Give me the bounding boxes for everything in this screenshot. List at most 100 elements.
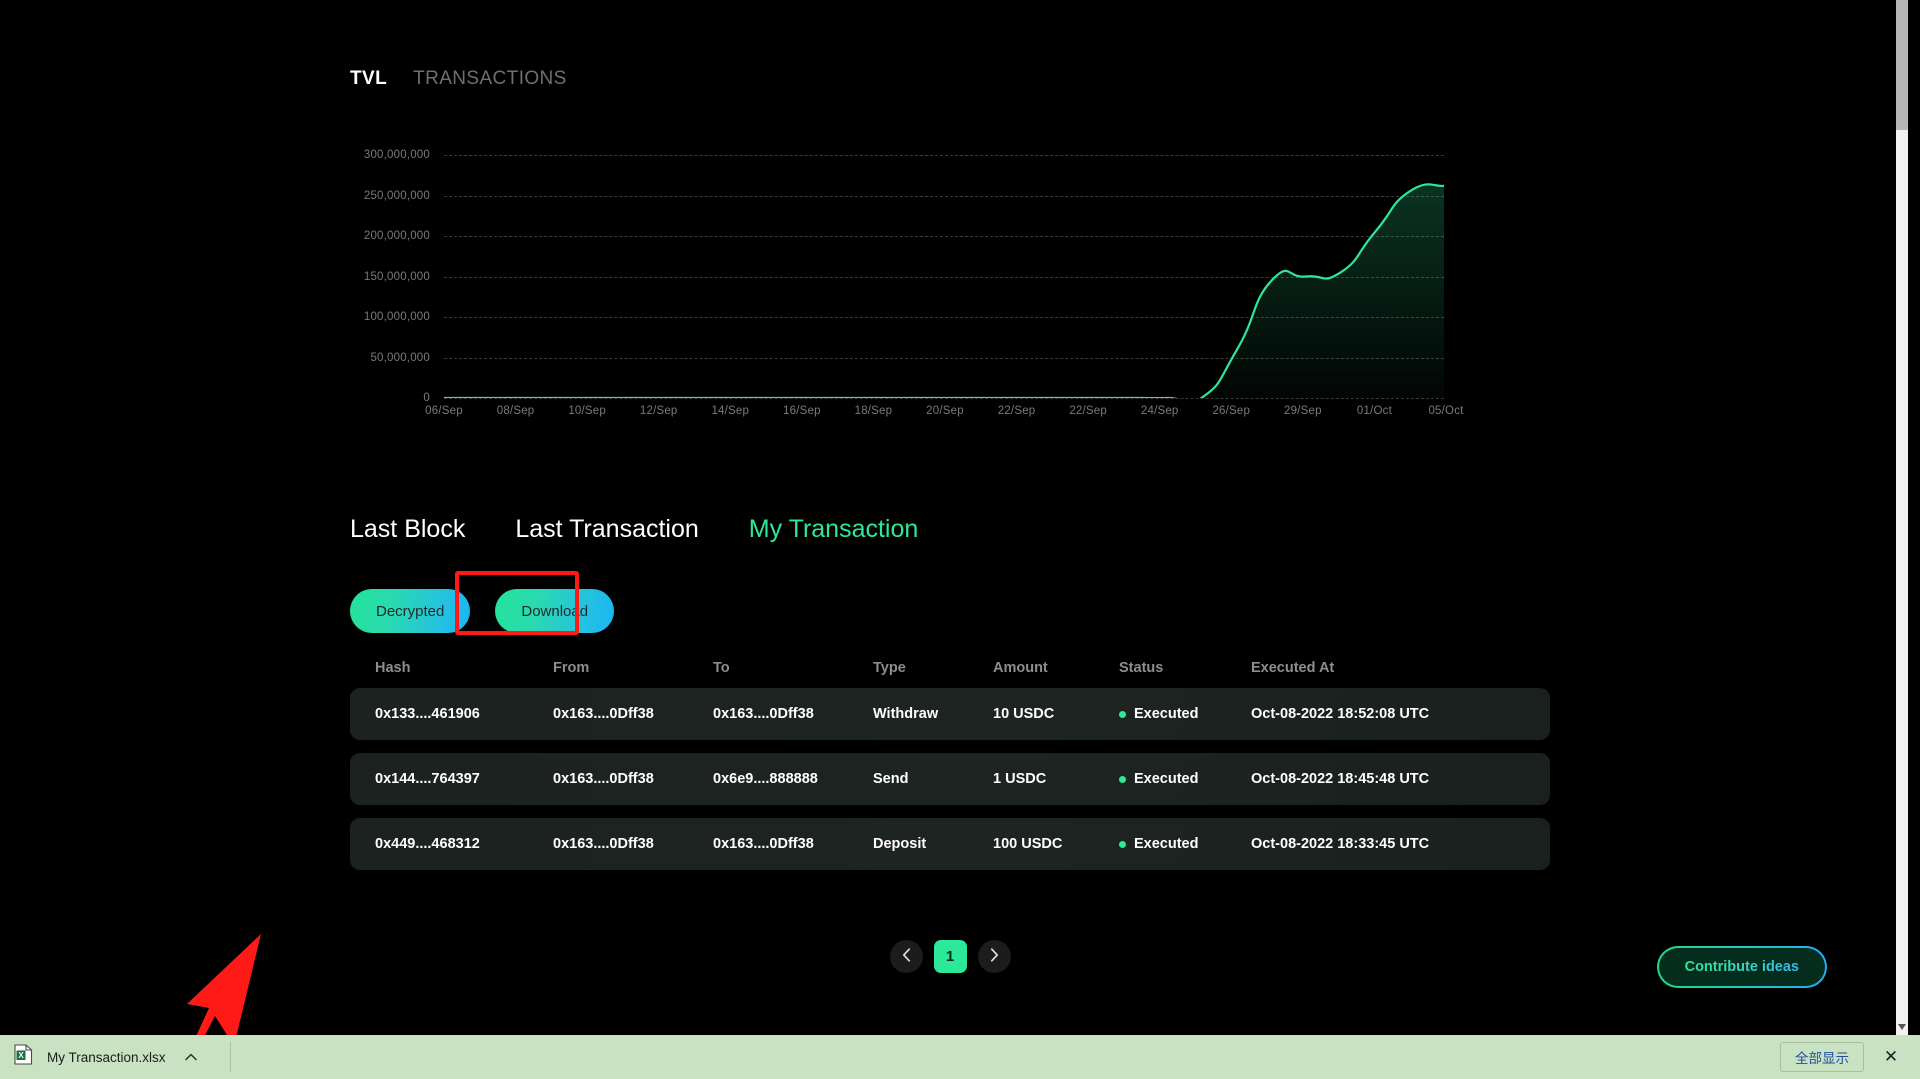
section-tab-bar: Last Block Last Transaction My Transacti…	[350, 515, 918, 544]
y-tick-label: 250,000,000	[363, 189, 430, 202]
page-scrollbar[interactable]	[1896, 0, 1908, 1035]
chart-series-tvl	[444, 183, 1444, 398]
x-tick-label: 14/Sep	[711, 405, 750, 417]
chart-tab-transactions[interactable]: TRANSACTIONS	[413, 68, 567, 90]
x-tick-label: 12/Sep	[639, 405, 678, 417]
x-tick-label: 20/Sep	[926, 405, 964, 417]
status-dot-icon	[1119, 840, 1126, 848]
tab-my-transaction[interactable]: My Transaction	[749, 515, 919, 544]
download-bar-actions: 全部显示 ✕	[1780, 1042, 1920, 1072]
table-row[interactable]: 0x144....764397 0x163....0Dff38 0x6e9...…	[350, 753, 1550, 805]
download-button[interactable]: Download	[495, 589, 615, 633]
y-tick-label: 300,000,000	[363, 149, 430, 161]
gridline	[444, 398, 1444, 399]
contribute-ideas-label: Contribute ideas	[1684, 959, 1799, 975]
x-tick-label: 05/Oct	[1428, 405, 1464, 417]
chart-plot-area	[444, 155, 1444, 399]
y-tick-label: 50,000,000	[370, 351, 430, 364]
status-dot-icon	[1119, 775, 1126, 783]
x-tick-label: 08/Sep	[496, 405, 535, 417]
table-row[interactable]: 0x133....461906 0x163....0Dff38 0x163...…	[350, 688, 1550, 740]
column-header-status: Status	[1119, 660, 1164, 676]
x-tick-label: 01/Oct	[1356, 405, 1392, 417]
table-row[interactable]: 0x449....468312 0x163....0Dff38 0x163...…	[350, 818, 1550, 870]
cell-to: 0x163....0Dff38	[713, 706, 814, 722]
x-tick-label: 18/Sep	[854, 405, 893, 417]
chart-x-axis: 06/Sep 08/Sep 10/Sep 12/Sep 14/Sep 16/Sep 18/S…	[425, 405, 1464, 427]
pagination-prev-button[interactable]	[889, 940, 923, 973]
chart-y-axis: 300,000,000 250,000,000 200,000,000 150,…	[350, 149, 430, 404]
contribute-ideas-inner: Contribute ideas	[1658, 948, 1825, 986]
y-tick-label: 200,000,000	[363, 230, 430, 242]
status-label: Executed	[1134, 836, 1199, 852]
x-tick-label: 29/Sep	[1284, 405, 1322, 417]
cell-from: 0x163....0Dff38	[553, 706, 654, 722]
show-all-downloads-button[interactable]: 全部显示	[1780, 1042, 1864, 1072]
tvl-chart: 300,000,000 250,000,000 200,000,000 150,…	[350, 149, 1470, 435]
tab-last-block[interactable]: Last Block	[350, 515, 465, 544]
cell-to: 0x163....0Dff38	[713, 836, 814, 852]
cell-to: 0x6e9....888888	[713, 771, 818, 787]
chevron-up-icon[interactable]	[180, 1046, 202, 1068]
browser-download-bar: X My Transaction.xlsx 全部显示 ✕	[0, 1035, 1920, 1079]
app-window: TVL TRANSACTIONS 300,000,000 250,000,000…	[0, 0, 1920, 1079]
chart-tab-tvl[interactable]: TVL	[350, 68, 387, 90]
status-label: Executed	[1134, 706, 1199, 722]
page-viewport: TVL TRANSACTIONS 300,000,000 250,000,000…	[0, 0, 1908, 1035]
pagination: 1	[350, 940, 1550, 973]
download-bar-divider	[229, 1042, 231, 1072]
transactions-table: Hash From To Type Amount Status Executed…	[350, 648, 1550, 883]
y-tick-label: 150,000,000	[363, 270, 430, 283]
x-tick-label: 10/Sep	[568, 405, 606, 417]
cell-amount: 10 USDC	[993, 706, 1055, 722]
cell-type: Send	[873, 771, 909, 787]
column-header-hash: Hash	[375, 660, 411, 676]
column-header-executed-at: Executed At	[1251, 660, 1335, 676]
download-item[interactable]: X My Transaction.xlsx	[0, 1035, 216, 1079]
cell-status: Executed	[1119, 836, 1251, 852]
cell-amount: 100 USDC	[993, 836, 1063, 852]
column-header-to: To	[713, 660, 730, 676]
pagination-next-button[interactable]	[977, 940, 1011, 973]
x-tick-label: 06/Sep	[425, 405, 463, 417]
excel-file-icon: X	[14, 1044, 33, 1070]
pagination-page-1[interactable]: 1	[933, 940, 967, 973]
x-tick-label: 24/Sep	[1140, 405, 1179, 417]
chart-tab-bar: TVL TRANSACTIONS	[350, 68, 567, 90]
x-tick-label: 22/Sep	[1069, 405, 1107, 417]
cell-from: 0x163....0Dff38	[553, 771, 654, 787]
scrollbar-thumb[interactable]	[1896, 0, 1908, 130]
contribute-ideas-button[interactable]: Contribute ideas	[1656, 946, 1827, 988]
cell-hash: 0x449....468312	[375, 836, 480, 852]
scrollbar-down-arrow-icon[interactable]	[1896, 1019, 1908, 1035]
column-header-from: From	[553, 660, 590, 676]
cell-type: Withdraw	[873, 706, 939, 722]
chevron-left-icon	[902, 948, 911, 965]
cell-amount: 1 USDC	[993, 771, 1047, 787]
cell-status: Executed	[1119, 706, 1251, 722]
cell-hash: 0x133....461906	[375, 706, 480, 722]
y-tick-label: 100,000,000	[363, 311, 430, 323]
chevron-right-icon	[990, 948, 999, 965]
x-tick-label: 16/Sep	[783, 405, 821, 417]
status-dot-icon	[1119, 710, 1126, 718]
column-header-amount: Amount	[993, 660, 1048, 676]
cell-executed-at: Oct-08-2022 18:33:45 UTC	[1251, 836, 1430, 852]
cell-type: Deposit	[873, 836, 927, 852]
table-header-row: Hash From To Type Amount Status Executed…	[350, 648, 1550, 688]
decrypted-button[interactable]: Decrypted	[350, 589, 471, 633]
cell-executed-at: Oct-08-2022 18:45:48 UTC	[1251, 771, 1430, 787]
cell-status: Executed	[1119, 771, 1251, 787]
cell-from: 0x163....0Dff38	[553, 836, 654, 852]
x-tick-label: 22/Sep	[997, 405, 1036, 417]
svg-text:X: X	[18, 1051, 24, 1060]
y-tick-label: 0	[423, 392, 430, 404]
status-label: Executed	[1134, 771, 1199, 787]
tab-last-transaction[interactable]: Last Transaction	[515, 515, 698, 544]
close-download-bar-button[interactable]: ✕	[1878, 1044, 1904, 1070]
x-tick-label: 26/Sep	[1212, 405, 1251, 417]
action-button-row: Decrypted Download	[350, 589, 615, 633]
download-filename: My Transaction.xlsx	[47, 1049, 166, 1065]
cell-hash: 0x144....764397	[375, 771, 480, 787]
cell-executed-at: Oct-08-2022 18:52:08 UTC	[1251, 706, 1430, 722]
